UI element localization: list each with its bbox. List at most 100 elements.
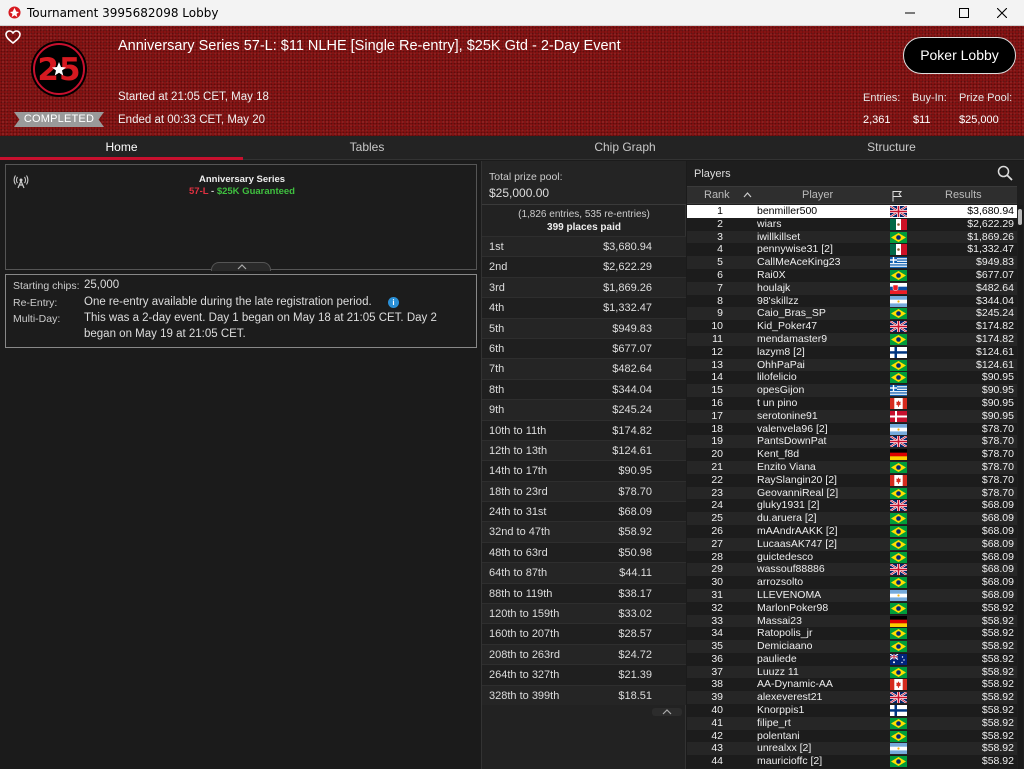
- player-result: $90.95: [981, 371, 1014, 384]
- player-name: Caio_Bras_SP: [757, 307, 826, 320]
- player-row[interactable]: 12 lazym8 [2] $124.61: [687, 345, 1017, 359]
- rank-column-header[interactable]: Rank: [704, 189, 730, 201]
- player-row[interactable]: 35 Demiciaano $58.92: [687, 640, 1017, 653]
- player-column-header[interactable]: Player: [802, 189, 833, 201]
- prize-amount: $38.17: [618, 587, 652, 600]
- poker-lobby-button[interactable]: Poker Lobby: [903, 37, 1016, 74]
- player-row[interactable]: 33 Massai23 $58.92: [687, 614, 1017, 628]
- country-flag-icon: [890, 397, 907, 409]
- tab-structure[interactable]: Structure: [759, 136, 1024, 160]
- player-row[interactable]: 25 du.aruera [2] $68.09: [687, 512, 1017, 525]
- player-rank: 44: [711, 755, 723, 768]
- prize-row: 160th to 207th $28.57: [482, 623, 686, 644]
- player-row[interactable]: 3 iwillkillset $1,869.26: [687, 230, 1017, 244]
- player-row[interactable]: 22 RaySlangin20 [2] $78.70: [687, 473, 1017, 487]
- player-name: polentani: [757, 729, 800, 742]
- player-row[interactable]: 17 serotonine91 $90.95: [687, 409, 1017, 423]
- player-row[interactable]: 41 filipe_rt $58.92: [687, 716, 1017, 730]
- anniversary-25-logo-icon: 25: [31, 41, 87, 97]
- scrollbar-thumb[interactable]: [1018, 209, 1022, 225]
- player-row[interactable]: 4 pennywise31 [2] $1,332.47: [687, 243, 1017, 257]
- player-rank: 10: [711, 320, 723, 333]
- player-rank: 41: [711, 716, 723, 729]
- player-row[interactable]: 11 mendamaster9 $174.82: [687, 332, 1017, 346]
- player-row[interactable]: 1 benmiller500 $3,680.94: [687, 205, 1017, 218]
- tab-tables[interactable]: Tables: [243, 136, 491, 160]
- player-row[interactable]: 43 unrealxx [2] $58.92: [687, 742, 1017, 756]
- country-flag-icon: [890, 666, 907, 678]
- player-rank: 27: [711, 537, 723, 550]
- player-row[interactable]: 13 OhhPaPai $124.61: [687, 358, 1017, 372]
- player-row[interactable]: 20 Kent_f8d $78.70: [687, 448, 1017, 461]
- player-row[interactable]: 2 wiars $2,622.29: [687, 217, 1017, 231]
- player-rank: 1: [717, 205, 723, 217]
- player-row[interactable]: 36 pauliede $58.92: [687, 652, 1017, 666]
- tab-bar: Home Tables Chip Graph Structure: [0, 136, 1024, 160]
- players-scrollbar[interactable]: [1018, 205, 1023, 769]
- close-button[interactable]: [979, 0, 1024, 26]
- player-name: houlajk: [757, 281, 791, 294]
- player-name: lazym8 [2]: [757, 345, 805, 358]
- prize-row: 48th to 63rd $50.98: [482, 541, 686, 563]
- player-row[interactable]: 40 Knorppis1 $58.92: [687, 704, 1017, 717]
- player-row[interactable]: 7 houlajk $482.64: [687, 281, 1017, 295]
- player-row[interactable]: 26 mAAndrAAKK [2] $68.09: [687, 524, 1017, 538]
- player-row[interactable]: 16 t un pino $90.95: [687, 396, 1017, 410]
- players-list: 1 benmiller500 $3,680.94 2 wiars $2,622.29 3 iw…: [687, 205, 1017, 769]
- player-row[interactable]: 30 arrozsolto $68.09: [687, 576, 1017, 589]
- player-row[interactable]: 23 GeovanniReal [2] $78.70: [687, 486, 1017, 500]
- prize-place: 32nd to 47th: [489, 526, 551, 539]
- tab-home[interactable]: Home: [0, 136, 243, 160]
- player-row[interactable]: 5 CallMeAceKing23 $949.83: [687, 256, 1017, 269]
- search-icon[interactable]: [997, 165, 1013, 181]
- player-row[interactable]: 9 Caio_Bras_SP $245.24: [687, 307, 1017, 321]
- player-row[interactable]: 27 LucaasAK747 [2] $68.09: [687, 537, 1017, 551]
- results-column-header[interactable]: Results: [945, 189, 982, 201]
- minimize-button[interactable]: [887, 0, 933, 26]
- series-separator: -: [208, 186, 217, 197]
- player-row[interactable]: 24 gluky1931 [2] $68.09: [687, 499, 1017, 513]
- player-row[interactable]: 29 wassouf88886 $68.09: [687, 563, 1017, 577]
- flag-column-icon[interactable]: [891, 190, 903, 202]
- prize-amount: $1,869.26: [603, 281, 652, 294]
- player-row[interactable]: 32 MarlonPoker98 $58.92: [687, 601, 1017, 615]
- prize-row: 10th to 11th $174.82: [482, 419, 686, 440]
- tab-chip-graph[interactable]: Chip Graph: [491, 136, 759, 160]
- player-row[interactable]: 42 polentani $58.92: [687, 729, 1017, 743]
- player-row[interactable]: 34 Ratopolis_jr $58.92: [687, 627, 1017, 641]
- prize-row: 328th to 399th $18.51: [482, 684, 686, 705]
- player-row[interactable]: 14 lilofelicio $90.95: [687, 371, 1017, 385]
- country-flag-icon: [890, 487, 907, 499]
- places-paid: 399 places paid: [547, 222, 621, 233]
- prize-place: 264th to 327th: [489, 669, 560, 682]
- player-row[interactable]: 28 guictedesco $68.09: [687, 550, 1017, 564]
- collapse-banner-toggle[interactable]: [211, 262, 271, 271]
- tournament-details: Starting chips: 25,000 Re-Entry: One re-…: [5, 274, 477, 348]
- player-result: $174.82: [976, 320, 1014, 333]
- player-name: Massai23: [757, 614, 802, 627]
- favorite-heart-icon[interactable]: [5, 30, 21, 44]
- country-flag-icon: [890, 282, 907, 294]
- player-rank: 17: [711, 409, 723, 422]
- multiday-line1: This was a 2-day event. Day 1 began on M…: [84, 312, 437, 324]
- player-row[interactable]: 31 LLEVENOMA $68.09: [687, 588, 1017, 602]
- player-row[interactable]: 38 AA-Dynamic-AA $58.92: [687, 678, 1017, 692]
- prize-amount: $21.39: [618, 669, 652, 682]
- player-row[interactable]: 18 valenvela96 [2] $78.70: [687, 422, 1017, 436]
- player-row[interactable]: 15 opesGijon $90.95: [687, 384, 1017, 397]
- sort-ascending-icon[interactable]: [743, 192, 752, 198]
- player-row[interactable]: 8 98'skillzz $344.04: [687, 294, 1017, 308]
- player-row[interactable]: 44 mauricioffc [2] $58.92: [687, 755, 1017, 769]
- player-row[interactable]: 10 Kid_Poker47 $174.82: [687, 320, 1017, 333]
- player-row[interactable]: 21 Enzito Viana $78.70: [687, 460, 1017, 474]
- player-row[interactable]: 6 Rai0X $677.07: [687, 268, 1017, 282]
- player-row[interactable]: 19 PantsDownPat $78.70: [687, 435, 1017, 449]
- country-flag-icon: [890, 628, 907, 640]
- home-info-panel: Anniversary Series 57-L - $25K Guarantee…: [0, 161, 480, 769]
- status-badge: COMPLETED: [14, 112, 104, 127]
- prize-row: 12th to 13th $124.61: [482, 439, 686, 461]
- player-row[interactable]: 39 alexeverest21 $58.92: [687, 691, 1017, 705]
- player-row[interactable]: 37 Luuzz 11 $58.92: [687, 665, 1017, 679]
- info-icon[interactable]: i: [388, 297, 399, 308]
- scroll-up-chevron-icon[interactable]: [652, 708, 682, 716]
